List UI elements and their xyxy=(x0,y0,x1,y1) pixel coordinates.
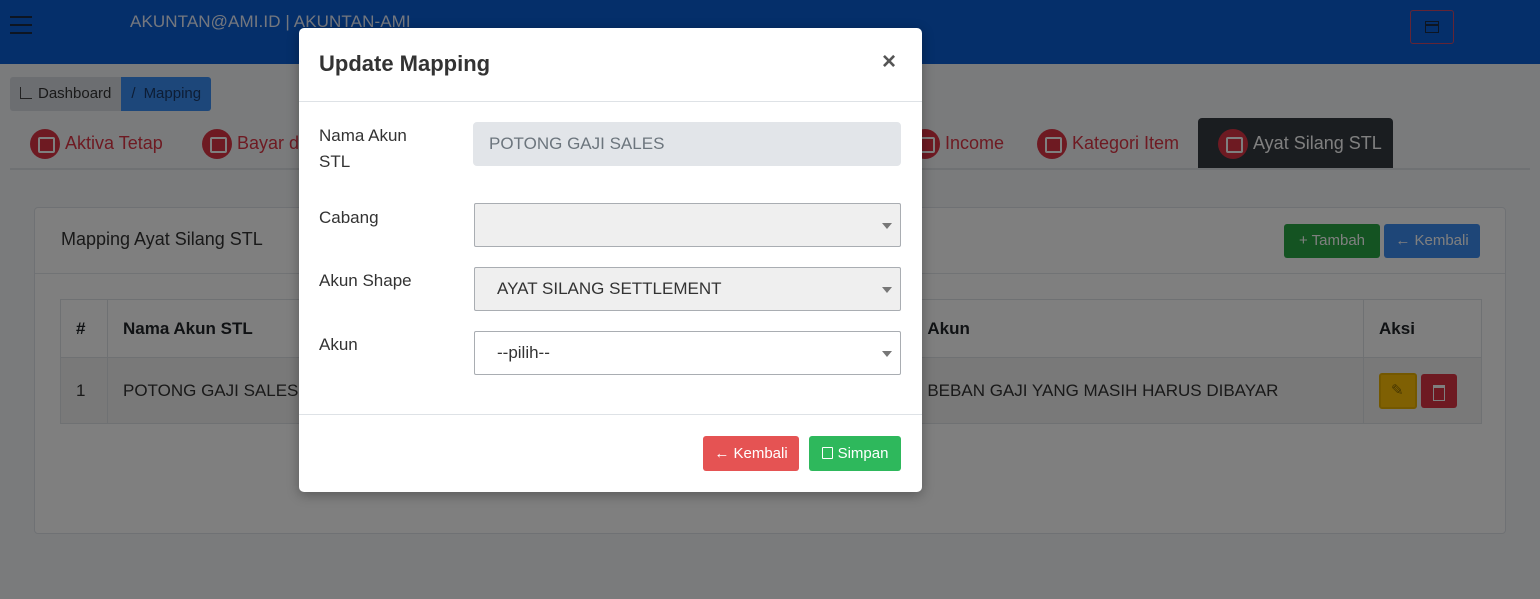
chevron-down-icon xyxy=(882,287,892,293)
nama-akun-label: Nama Akun STL xyxy=(319,126,407,171)
close-icon[interactable]: × xyxy=(882,50,896,74)
update-mapping-modal: Update Mapping × Nama Akun STL POTONG GA… xyxy=(299,28,922,492)
floppy-icon xyxy=(821,447,833,459)
cabang-label: Cabang xyxy=(319,208,379,227)
save-button[interactable]: Simpan xyxy=(809,436,901,471)
chevron-down-icon xyxy=(882,223,892,229)
cabang-select[interactable] xyxy=(474,203,901,247)
akun-shape-label: Akun Shape xyxy=(319,271,412,290)
modal-footer: ← Kembali Simpan xyxy=(299,414,922,492)
modal-header: Update Mapping × xyxy=(299,28,922,102)
modal-title: Update Mapping xyxy=(319,51,491,76)
akun-shape-select[interactable]: AYAT SILANG SETTLEMENT xyxy=(474,267,901,311)
chevron-down-icon xyxy=(882,351,892,357)
akun-label: Akun xyxy=(319,335,358,354)
akun-select[interactable]: --pilih-- xyxy=(474,331,901,375)
modal-back-button[interactable]: ← Kembali xyxy=(703,436,799,471)
nama-akun-field[interactable]: POTONG GAJI SALES xyxy=(473,122,901,166)
